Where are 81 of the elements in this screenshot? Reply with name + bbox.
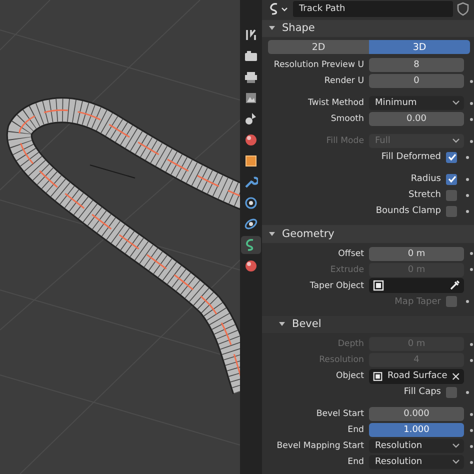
checkbox-label: Map Taper bbox=[394, 296, 442, 306]
orbit-icon bbox=[244, 217, 258, 231]
orbit-icon bbox=[244, 196, 258, 210]
field-label: Taper Object bbox=[308, 280, 365, 290]
dropdown[interactable]: Resolution bbox=[369, 455, 464, 469]
keyframe-dot[interactable] bbox=[466, 194, 468, 196]
chevron-icon bbox=[452, 138, 460, 144]
properties-tab[interactable] bbox=[241, 236, 261, 254]
clear-icon[interactable] bbox=[452, 372, 460, 380]
field-label: Extrude bbox=[329, 264, 365, 274]
keyframe-dot[interactable] bbox=[466, 390, 468, 394]
checkbox-label: Fill Deformed bbox=[380, 152, 442, 162]
triangle-icon bbox=[268, 230, 276, 238]
checkbox[interactable] bbox=[446, 386, 457, 398]
triangle-icon bbox=[268, 24, 276, 32]
camera-icon bbox=[244, 49, 258, 63]
field-label: Bevel Mapping Start bbox=[276, 441, 365, 451]
object-field[interactable]: Road Surface bbox=[369, 368, 464, 384]
printer-icon bbox=[244, 70, 258, 84]
field-label: End bbox=[346, 425, 365, 435]
checkbox-label: Bounds Clamp bbox=[374, 206, 442, 216]
checkbox[interactable] bbox=[446, 174, 457, 184]
checkbox-label: Fill Caps bbox=[402, 387, 442, 397]
keyframe-dot[interactable] bbox=[466, 210, 468, 212]
sphere-icon bbox=[244, 133, 258, 147]
chevron-icon bbox=[452, 459, 460, 465]
keyframe-dot[interactable] bbox=[470, 460, 472, 464]
number-field[interactable]: 1.000 bbox=[369, 423, 464, 437]
wrench-icon bbox=[244, 175, 258, 189]
panel-header[interactable]: Geometry bbox=[262, 225, 474, 242]
number-field[interactable]: 0.00 bbox=[369, 112, 464, 126]
number-field[interactable]: 0 bbox=[369, 74, 464, 88]
dropdown[interactable]: Resolution bbox=[369, 439, 464, 453]
chevron-icon bbox=[452, 100, 460, 106]
keyframe-dot[interactable] bbox=[466, 156, 468, 158]
number-field[interactable]: 8 bbox=[369, 58, 464, 72]
field-label: Depth bbox=[336, 339, 365, 349]
checkbox[interactable] bbox=[446, 206, 457, 216]
panel-header[interactable]: Bevel bbox=[262, 316, 474, 333]
keyframe-dot[interactable] bbox=[466, 178, 468, 180]
field-label: Resolution bbox=[318, 355, 365, 365]
field-label: Resolution Preview U bbox=[272, 60, 365, 70]
field-label: Render U bbox=[323, 76, 365, 86]
object-icon bbox=[373, 280, 384, 291]
shapes-icon bbox=[244, 112, 258, 126]
image-icon bbox=[244, 91, 258, 105]
keyframe-dot[interactable] bbox=[470, 444, 472, 448]
field-label: Smooth bbox=[330, 114, 365, 124]
keyframe-dot[interactable] bbox=[470, 118, 472, 120]
keyframe-dot[interactable] bbox=[470, 80, 472, 82]
checkbox[interactable] bbox=[446, 190, 457, 200]
chevron-icon bbox=[452, 443, 460, 449]
data-type-selector[interactable] bbox=[268, 2, 290, 16]
dropdown[interactable]: Minimum bbox=[369, 96, 464, 110]
field-label: Fill Mode bbox=[325, 136, 365, 146]
keyframe-dot[interactable] bbox=[470, 412, 472, 416]
checkbox-label: Stretch bbox=[408, 190, 442, 200]
triangle-icon bbox=[278, 320, 286, 328]
number-field[interactable]: 0.000 bbox=[369, 407, 464, 421]
keyframe-dot[interactable] bbox=[470, 252, 472, 255]
shield-icon[interactable] bbox=[456, 2, 470, 16]
sphere-icon bbox=[244, 259, 258, 273]
eyedropper-icon[interactable] bbox=[449, 280, 460, 291]
field-label: Bevel Start bbox=[315, 409, 365, 419]
checkbox[interactable] bbox=[446, 152, 457, 162]
keyframe-dot[interactable] bbox=[470, 102, 472, 104]
field-label: End bbox=[346, 457, 365, 467]
field-label: Object bbox=[335, 371, 365, 381]
keyframe-dot[interactable] bbox=[470, 428, 472, 432]
number-field[interactable]: 0 m bbox=[369, 246, 464, 260]
mode-toggle[interactable]: 3D bbox=[369, 40, 470, 54]
checkbox-label: Radius bbox=[410, 174, 442, 184]
field-label: Offset bbox=[337, 248, 365, 258]
object-icon bbox=[373, 370, 382, 382]
tool-icon bbox=[244, 28, 258, 42]
panel-header[interactable]: Shape bbox=[262, 20, 474, 37]
object-field[interactable] bbox=[369, 278, 464, 293]
mode-toggle[interactable]: 2D bbox=[268, 40, 369, 54]
data-name-field[interactable]: Track Path bbox=[293, 0, 453, 17]
square-icon bbox=[244, 154, 258, 168]
field-label: Twist Method bbox=[306, 98, 365, 108]
